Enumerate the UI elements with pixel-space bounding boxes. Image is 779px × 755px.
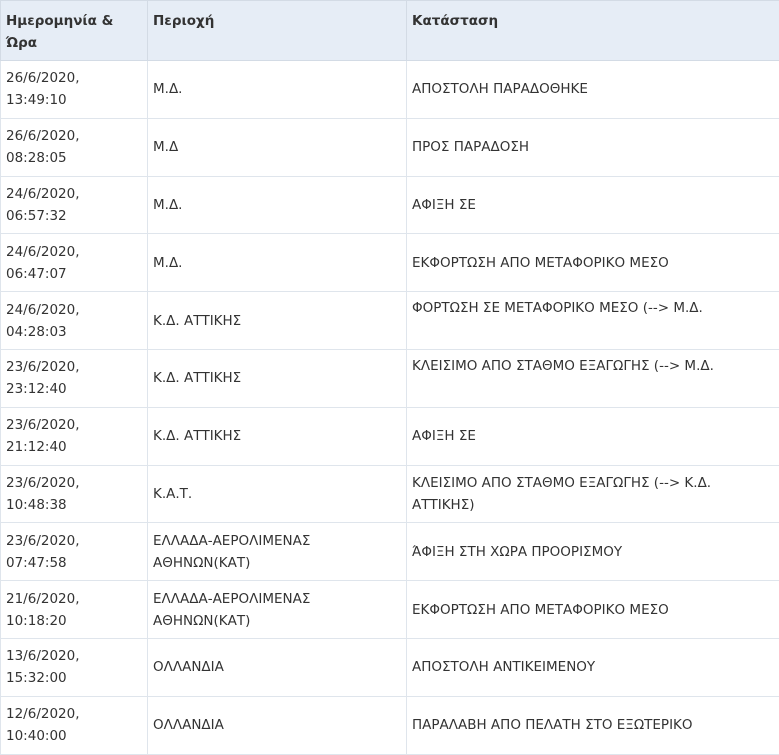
cell-datetime: 12/6/2020, 10:40:00 [1,696,148,754]
time-text: 06:57:32 [6,208,67,224]
cell-datetime: 23/6/2020, 10:48:38 [1,465,148,523]
cell-datetime: 24/6/2020, 06:47:07 [1,234,148,292]
cell-status: ΠΑΡΑΛΑΒΗ ΑΠΟ ΠΕΛΑΤΗ ΣΤΟ ΕΞΩΤΕΡΙΚΟ [407,696,779,754]
date-text: 23/6/2020, [6,359,80,375]
header-row: Ημερομηνία & Ώρα Περιοχή Κατάσταση [1,1,779,61]
date-text: 24/6/2020, [6,186,80,202]
time-text: 08:28:05 [6,150,67,166]
time-text: 21:12:40 [6,439,67,455]
date-text: 24/6/2020, [6,302,80,318]
time-text: 10:18:20 [6,613,67,629]
time-text: 07:47:58 [6,555,67,571]
time-text: 23:12:40 [6,381,67,397]
table-row: 24/6/2020, 06:47:07 Μ.Δ.ΕΚΦΟΡΤΩΣΗ ΑΠΟ ΜΕΤΑ… [1,234,779,292]
cell-status: ΑΠΟΣΤΟΛΗ ΠΑΡΑΔΟΘΗΚΕ [407,61,779,119]
date-text: 26/6/2020, [6,70,80,86]
cell-area: ΕΛΛΑΔΑ-ΑΕΡΟΛΙΜΕΝΑΣ ΑΘΗΝΩΝ(ΚΑΤ) [148,581,407,639]
cell-datetime: 24/6/2020, 06:57:32 [1,176,148,234]
time-text: 10:48:38 [6,497,67,513]
cell-area: Κ.Δ. ΑΤΤΙΚΗΣ [148,349,407,407]
table-header: Ημερομηνία & Ώρα Περιοχή Κατάσταση [1,1,779,61]
table-row: 23/6/2020, 23:12:40 Κ.Δ. ΑΤΤΙΚΗΣΚΛΕΙΣΙΜΟ Α… [1,349,779,407]
table-row: 24/6/2020, 06:57:32 Μ.Δ.ΑΦΙΞΗ ΣΕ [1,176,779,234]
cell-datetime: 24/6/2020, 04:28:03 [1,292,148,350]
cell-area: Μ.Δ. [148,61,407,119]
cell-status: ΚΛΕΙΣΙΜΟ ΑΠΟ ΣΤΑΘΜΟ ΕΞΑΓΩΓΗΣ (--> Κ.Δ. Α… [407,465,779,523]
time-text: 13:49:10 [6,92,67,108]
header-area: Περιοχή [148,1,407,61]
table-row: 21/6/2020, 10:18:20 ΕΛΛΑΔΑ-ΑΕΡΟΛΙΜΕΝΑΣ ΑΘΗ… [1,581,779,639]
header-datetime: Ημερομηνία & Ώρα [1,1,148,61]
table-row: 23/6/2020, 21:12:40 Κ.Δ. ΑΤΤΙΚΗΣΑΦΙΞΗ ΣΕ [1,407,779,465]
table-row: 24/6/2020, 04:28:03 Κ.Δ. ΑΤΤΙΚΗΣΦΟΡΤΩΣΗ ΣΕ… [1,292,779,350]
cell-status: ΆΦΙΞΗ ΣΤΗ ΧΩΡΑ ΠΡΟΟΡΙΣΜΟΥ [407,523,779,581]
cell-status: ΕΚΦΟΡΤΩΣΗ ΑΠΟ ΜΕΤΑΦΟΡΙΚΟ ΜΕΣΟ [407,234,779,292]
time-text: 15:32:00 [6,670,67,686]
cell-area: Μ.Δ [148,118,407,176]
table-body: 26/6/2020,13:49:10Μ.Δ.ΑΠΟΣΤΟΛΗ ΠΑΡΑΔΟΘΗΚ… [1,61,779,755]
cell-status: ΕΚΦΟΡΤΩΣΗ ΑΠΟ ΜΕΤΑΦΟΡΙΚΟ ΜΕΣΟ [407,581,779,639]
table-row: 23/6/2020, 07:47:58 ΕΛΛΑΔΑ-ΑΕΡΟΛΙΜΕΝΑΣ ΑΘΗ… [1,523,779,581]
date-text: 26/6/2020, [6,128,80,144]
table-row: 26/6/2020, 13:49:10 Μ.Δ.ΑΠΟΣΤΟΛΗ ΠΑΡΑΔΟΘΗΚ… [1,61,779,119]
cell-datetime: 13/6/2020, 15:32:00 [1,638,148,696]
cell-status: ΑΦΙΞΗ ΣΕ [407,176,779,234]
cell-area: ΕΛΛΑΔΑ-ΑΕΡΟΛΙΜΕΝΑΣ ΑΘΗΝΩΝ(ΚΑΤ) [148,523,407,581]
time-text: 10:40:00 [6,728,67,744]
cell-area: Κ.Δ. ΑΤΤΙΚΗΣ [148,292,407,350]
cell-datetime: 23/6/2020, 21:12:40 [1,407,148,465]
cell-datetime: 23/6/2020, 07:47:58 [1,523,148,581]
table-row: 13/6/2020, 15:32:00 ΟΛΛΑΝΔΙΑΑΠΟΣΤΟΛΗ ΑΝΤΙΚ… [1,638,779,696]
table-row: 23/6/2020, 10:48:38 Κ.Α.Τ.ΚΛΕΙΣΙΜΟ ΑΠΟ ΣΤΑ… [1,465,779,523]
cell-area: ΟΛΛΑΝΔΙΑ [148,638,407,696]
date-text: 23/6/2020, [6,475,80,491]
cell-status: ΑΠΟΣΤΟΛΗ ΑΝΤΙΚΕΙΜΕΝΟΥ [407,638,779,696]
time-text: 04:28:03 [6,324,67,340]
cell-area: Μ.Δ. [148,176,407,234]
cell-status: ΦΟΡΤΩΣΗ ΣΕ ΜΕΤΑΦΟΡΙΚΟ ΜΕΣΟ (--> Μ.Δ. [407,292,779,350]
date-text: 23/6/2020, [6,417,80,433]
cell-status: ΠΡΟΣ ΠΑΡΑΔΟΣΗ [407,118,779,176]
date-text: 24/6/2020, [6,244,80,260]
cell-datetime: 26/6/2020, 13:49:10 [1,61,148,119]
table-row: 12/6/2020, 10:40:00 ΟΛΛΑΝΔΙΑΠΑΡΑΛΑΒΗ ΑΠΟ Π… [1,696,779,754]
date-text: 21/6/2020, [6,591,80,607]
tracking-history-table: Ημερομηνία & Ώρα Περιοχή Κατάσταση 26/6/… [0,0,779,755]
time-text: 06:47:07 [6,266,67,282]
cell-area: ΟΛΛΑΝΔΙΑ [148,696,407,754]
cell-area: Μ.Δ. [148,234,407,292]
cell-area: Κ.Δ. ΑΤΤΙΚΗΣ [148,407,407,465]
date-text: 23/6/2020, [6,533,80,549]
cell-area: Κ.Α.Τ. [148,465,407,523]
table-row: 26/6/2020, 08:28:05 Μ.ΔΠΡΟΣ ΠΑΡΑΔΟΣΗ [1,118,779,176]
header-status: Κατάσταση [407,1,779,61]
cell-datetime: 21/6/2020, 10:18:20 [1,581,148,639]
cell-datetime: 23/6/2020, 23:12:40 [1,349,148,407]
cell-datetime: 26/6/2020, 08:28:05 [1,118,148,176]
date-text: 12/6/2020, [6,706,80,722]
cell-status: ΑΦΙΞΗ ΣΕ [407,407,779,465]
cell-status: ΚΛΕΙΣΙΜΟ ΑΠΟ ΣΤΑΘΜΟ ΕΞΑΓΩΓΗΣ (--> Μ.Δ. [407,349,779,407]
date-text: 13/6/2020, [6,648,80,664]
